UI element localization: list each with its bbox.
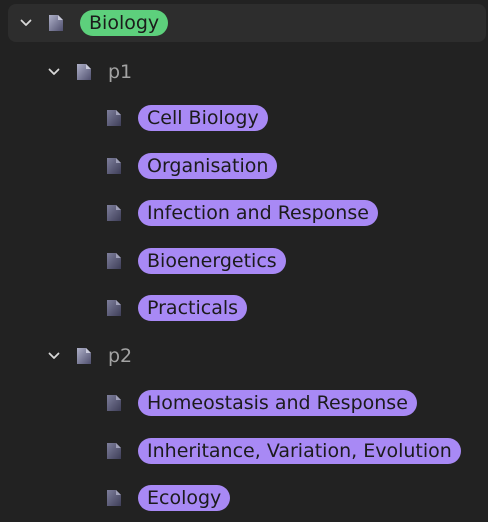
chevron-down-icon[interactable] xyxy=(48,67,60,77)
tree-item-ecology[interactable]: Ecology xyxy=(100,480,480,516)
tree-item-label: Infection and Response xyxy=(138,200,378,226)
page-icon xyxy=(104,298,124,318)
page-icon xyxy=(104,393,124,413)
page-icon xyxy=(104,156,124,176)
chevron-down-icon[interactable] xyxy=(48,351,60,361)
tree-item-p2[interactable]: p2 xyxy=(40,338,480,374)
tree-item-label: p1 xyxy=(108,61,133,83)
tree-item-label: Homeostasis and Response xyxy=(138,390,417,416)
page-icon xyxy=(104,203,124,223)
tree-item-p1[interactable]: p1 xyxy=(40,54,480,90)
tree-item-label: Organisation xyxy=(138,153,278,179)
tree-item-practicals[interactable]: Practicals xyxy=(100,290,480,326)
tree-item-cell-biology[interactable]: Cell Biology xyxy=(100,100,480,136)
tree-item-label: p2 xyxy=(108,345,133,367)
tree-item-homeostasis-and-response[interactable]: Homeostasis and Response xyxy=(100,385,480,421)
page-icon xyxy=(46,13,66,33)
tree-item-biology[interactable]: Biology xyxy=(8,4,486,42)
tree-item-organisation[interactable]: Organisation xyxy=(100,148,480,184)
file-tree: Biology p1 Cell Biology Organisation Inf… xyxy=(0,0,488,522)
tree-item-label: Cell Biology xyxy=(138,105,268,131)
tree-item-label: Biology xyxy=(80,10,169,36)
page-icon xyxy=(104,251,124,271)
page-icon xyxy=(74,62,94,82)
tree-item-label: Bioenergetics xyxy=(138,248,286,274)
tree-item-label: Practicals xyxy=(138,295,248,321)
page-icon xyxy=(104,108,124,128)
tree-item-bioenergetics[interactable]: Bioenergetics xyxy=(100,243,480,279)
page-icon xyxy=(104,488,124,508)
page-icon xyxy=(74,346,94,366)
tree-item-label: Inheritance, Variation, Evolution xyxy=(138,438,461,464)
tree-item-inheritance-variation-evolution[interactable]: Inheritance, Variation, Evolution xyxy=(100,433,480,469)
tree-item-infection-and-response[interactable]: Infection and Response xyxy=(100,195,480,231)
chevron-down-icon[interactable] xyxy=(20,18,32,28)
tree-item-label: Ecology xyxy=(138,485,231,511)
page-icon xyxy=(104,441,124,461)
